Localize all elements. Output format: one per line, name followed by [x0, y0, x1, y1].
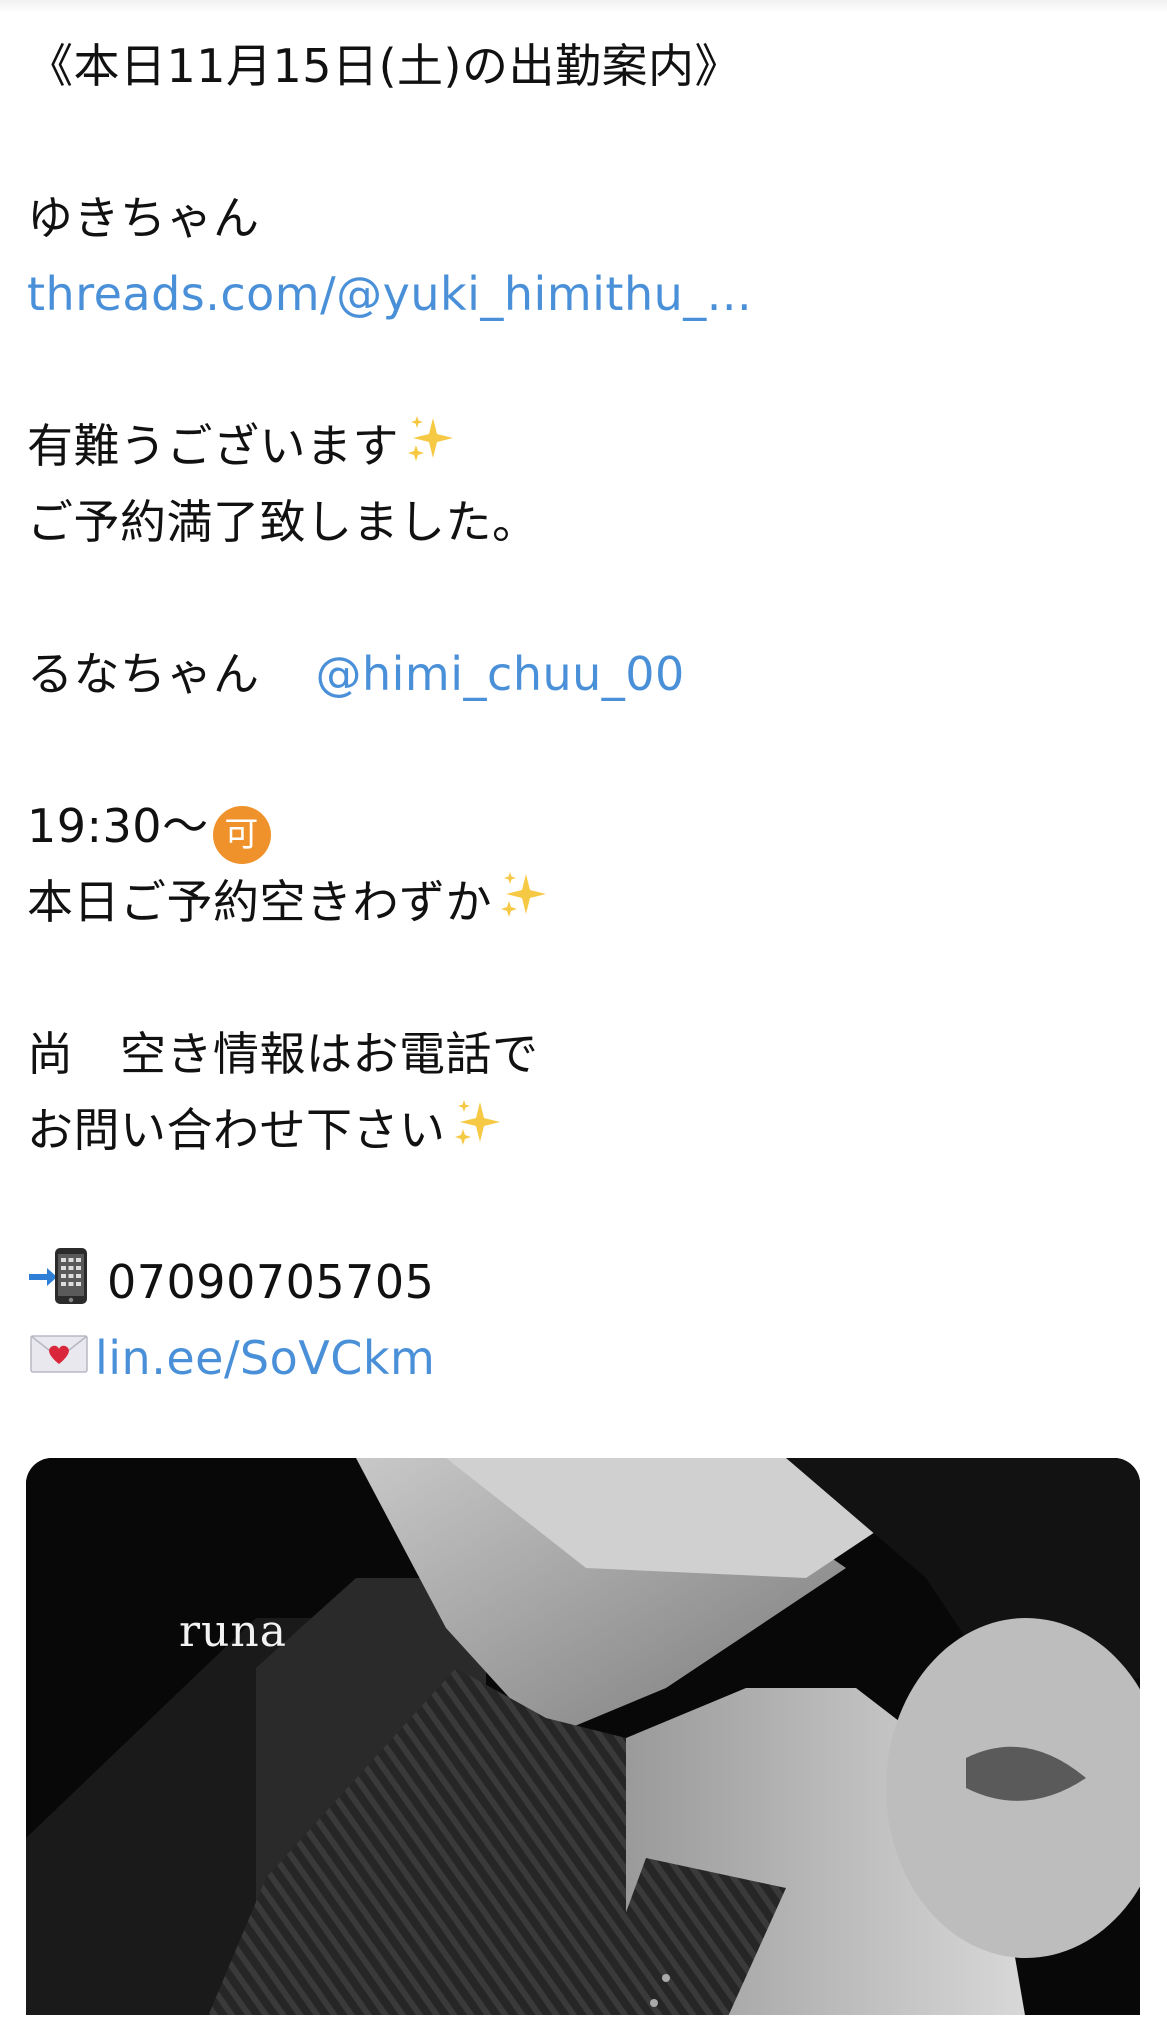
post-body: 《本日11月15日(土)の出勤案内》 ゆきちゃん threads.com/@yu…: [27, 28, 1147, 1396]
thanks-text: 有難うございます: [27, 419, 399, 473]
few-slots-line: 本日ご予約空きわずか: [27, 864, 1147, 940]
shift-time: 19:30〜: [27, 799, 209, 853]
phone-number[interactable]: 07090705705: [107, 1255, 434, 1309]
note-line-2: お問い合わせ下さい: [27, 1103, 446, 1157]
yuki-name: ゆきちゃん: [27, 191, 260, 245]
phone-line: 07090705705: [27, 1244, 1147, 1320]
yuki-threads-link[interactable]: threads.com/@yuki_himithu_...: [27, 267, 752, 321]
japanese-acceptable-button-icon: 可: [212, 806, 271, 864]
top-edge-strip: [0, 0, 1167, 14]
booking-full: ご予約満了致しました。: [27, 495, 539, 549]
note-line-2-row: お問い合わせ下さい: [27, 1092, 1147, 1168]
time-line: 19:30〜可: [27, 788, 1147, 864]
few-slots-text: 本日ご予約空きわずか: [27, 875, 492, 929]
sparkles-icon: [501, 872, 546, 917]
runa-handle-link[interactable]: @himi_chuu_00: [316, 647, 685, 701]
love-letter-icon: [30, 1335, 88, 1373]
note-line-1: 尚 空き情報はお電話で: [27, 1027, 539, 1081]
post-heading: 《本日11月15日(土)の出勤案内》: [27, 39, 741, 93]
mobile-phone-arrow-icon: [29, 1248, 87, 1304]
bottom-edge-strip: [0, 2015, 1167, 2021]
sparkles-icon: [454, 1100, 500, 1145]
attached-photo[interactable]: runa: [26, 1458, 1140, 2021]
photo-image: [26, 1458, 1140, 2021]
runa-name: るなちゃん: [27, 647, 260, 701]
sparkles-icon: [408, 416, 453, 461]
runa-line: るなちゃん @himi_chuu_00: [27, 636, 1147, 712]
line-link-row: lin.ee/SoVCkm: [27, 1320, 1147, 1396]
line-link[interactable]: lin.ee/SoVCkm: [95, 1331, 435, 1385]
photo-caption: runa: [179, 1606, 287, 1657]
thanks-line: 有難うございます: [27, 408, 1147, 484]
